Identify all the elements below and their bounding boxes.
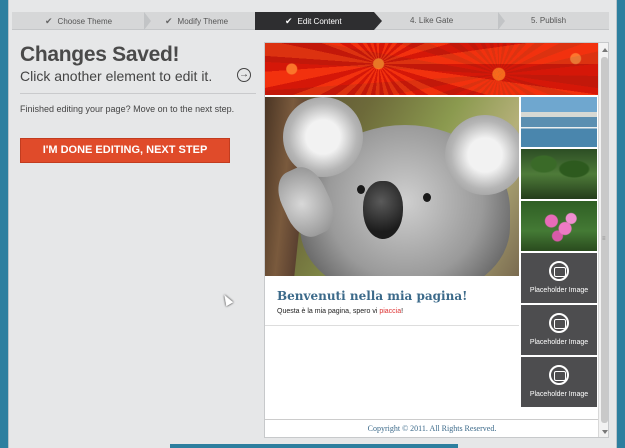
camera-icon: [549, 261, 569, 281]
palms-thumbnail[interactable]: [521, 149, 597, 199]
step-separator: [498, 12, 505, 30]
harbor-thumbnail[interactable]: [521, 97, 597, 147]
step-separator: [144, 12, 151, 30]
welcome-text[interactable]: Questa è la mia pagina, spero vi piaccia…: [277, 308, 403, 315]
done-editing-button[interactable]: I'M DONE EDITING, NEXT STEP: [20, 138, 230, 163]
divider: [265, 325, 519, 326]
placeholder-image-3[interactable]: Placeholder Image: [521, 357, 597, 407]
banner-image[interactable]: [265, 43, 599, 95]
placeholder-image-2[interactable]: Placeholder Image: [521, 305, 597, 355]
scroll-grip-icon: ≡: [602, 236, 606, 242]
page-subtitle: Click another element to edit it.: [20, 68, 213, 84]
page-title: Changes Saved!: [20, 43, 180, 66]
check-icon: ✔: [285, 16, 293, 26]
koala-image[interactable]: [265, 97, 519, 276]
check-icon: ✔: [45, 16, 53, 26]
page-preview: Placeholder Image Placeholder Image Plac…: [264, 42, 609, 438]
scrollbar[interactable]: ≡: [598, 43, 608, 437]
scroll-up-arrow-icon[interactable]: [602, 48, 608, 52]
scroll-down-arrow-icon[interactable]: [602, 430, 608, 434]
info-text: Finished editing your page? Move on to t…: [20, 104, 235, 114]
divider: [20, 93, 256, 94]
step-modify-theme[interactable]: ✔ Modify Theme: [165, 12, 228, 30]
flowers-thumbnail[interactable]: [521, 201, 597, 251]
circle-arrow-right-icon[interactable]: →: [237, 68, 251, 82]
camera-icon: [549, 365, 569, 385]
bottom-strip: [170, 444, 458, 448]
step-choose-theme[interactable]: ✔ Choose Theme: [45, 12, 112, 30]
divider: [265, 419, 599, 420]
welcome-title[interactable]: Benvenuti nella mia pagina!: [277, 289, 467, 303]
step-active-arrow: [374, 12, 382, 30]
copyright-text[interactable]: Copyright © 2011. All Rights Reserved.: [265, 424, 599, 433]
placeholder-image-1[interactable]: Placeholder Image: [521, 253, 597, 303]
camera-icon: [549, 313, 569, 333]
step-publish[interactable]: 5. Publish: [531, 12, 566, 30]
step-edit-content[interactable]: ✔ Edit Content: [285, 12, 342, 30]
step-like-gate[interactable]: 4. Like Gate: [410, 12, 453, 30]
check-icon: ✔: [165, 16, 173, 26]
